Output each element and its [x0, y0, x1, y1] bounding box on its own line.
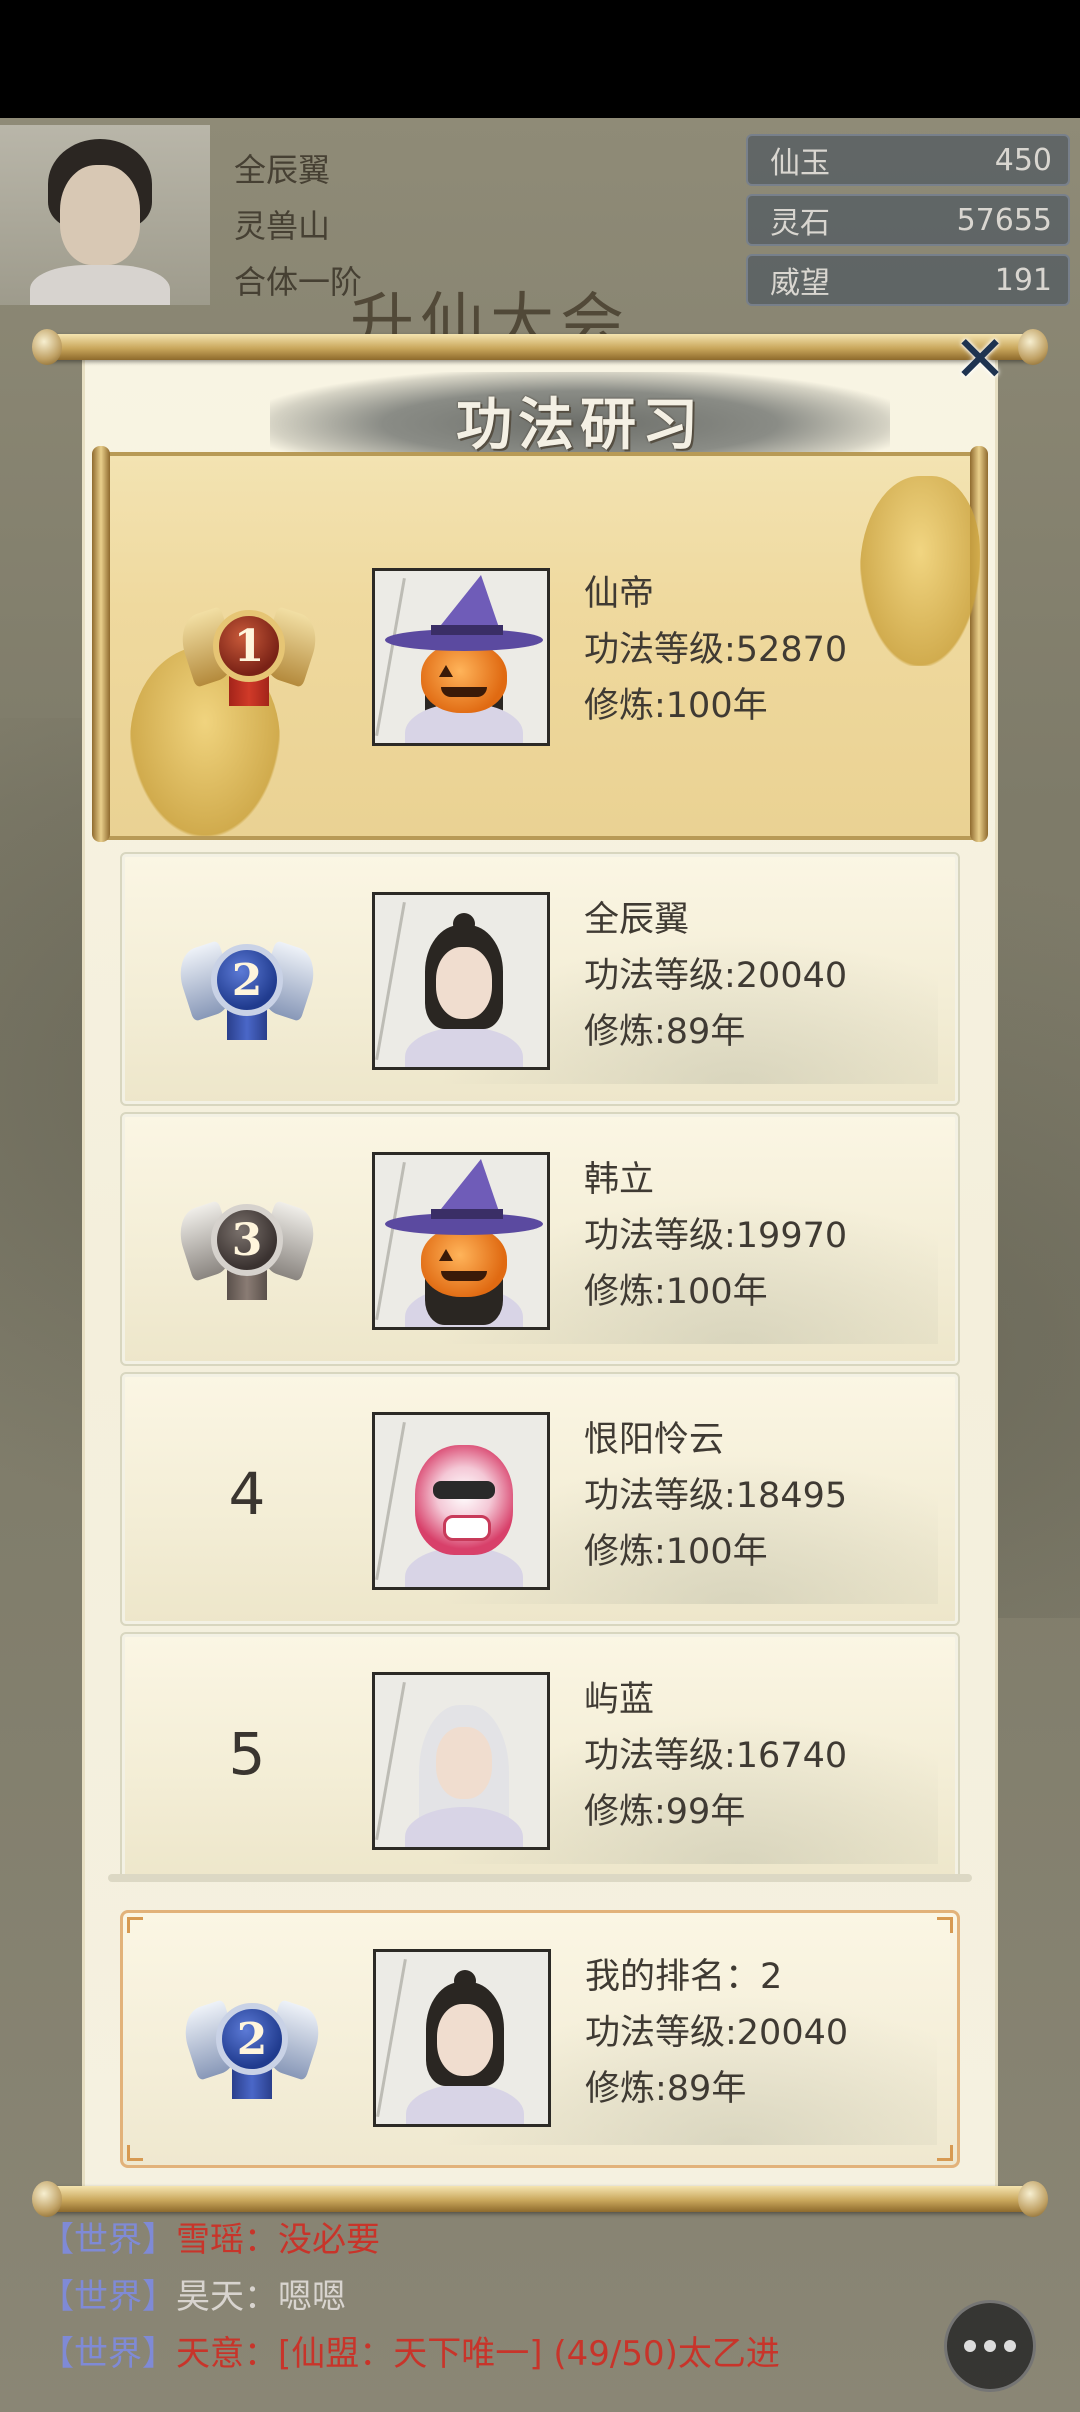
list-item[interactable]: 4 恨阳怜云 功法等级:18495 修炼:100年: [120, 1372, 960, 1626]
player-portrait[interactable]: [372, 892, 550, 1070]
skill-level: 功法等级:16740: [584, 1736, 848, 1776]
chat-line: 【世界】天意：[仙盟：天下唯一] (49/50)太乙进: [40, 2334, 780, 2374]
chat-speaker[interactable]: 昊天: [176, 2277, 244, 2317]
resource-list: 仙玉 450 灵石 57655 威望 191: [746, 134, 1070, 314]
resource-label: 灵石: [770, 206, 830, 241]
chat-line: 【世界】昊天：嗯嗯: [40, 2277, 346, 2317]
cultivate-years: 修炼:100年: [584, 686, 768, 726]
player-name: 屿蓝: [584, 1680, 655, 1720]
chat-message: 没必要: [278, 2220, 380, 2260]
player-portrait[interactable]: [372, 1152, 550, 1330]
resource-value: 191: [994, 262, 1052, 298]
player-info-block: 全辰翼 功法等级:20040 修炼:89年: [584, 892, 847, 1060]
rank-number: 5: [228, 1720, 266, 1788]
chat-speaker[interactable]: 雪瑶: [176, 2220, 244, 2260]
rank-badge-gold: 1: [174, 582, 324, 712]
cultivate-years: 修炼:100年: [584, 1272, 768, 1312]
my-info-block: 我的排名：2 功法等级:20040 修炼:89年: [585, 1949, 848, 2117]
player-info-block: 韩立 功法等级:19970 修炼:100年: [584, 1152, 847, 1320]
dialog-title: 功法研习: [456, 392, 704, 458]
rank-badge-silver: 2: [177, 1975, 327, 2105]
chat-line: 【世界】雪瑶：没必要: [40, 2220, 380, 2260]
player-info-block: 仙帝 功法等级:52870 修炼:100年: [584, 566, 847, 734]
chat-message: 嗯嗯: [278, 2277, 346, 2317]
resource-value: 57655: [956, 202, 1052, 238]
rank-badge-bronze: 3: [172, 1176, 322, 1306]
phoenix-decoration: [860, 476, 980, 666]
resource-weiwang[interactable]: 威望 191: [746, 254, 1070, 306]
player-name: 恨阳怜云: [584, 1420, 725, 1460]
resource-xianyu[interactable]: 仙玉 450: [746, 134, 1070, 186]
rank-first-card: 1 仙帝 功法等级:52870 修炼:100年: [92, 446, 988, 842]
skill-level: 功法等级:20040: [585, 2013, 849, 2053]
player-name: 韩立: [584, 1160, 655, 1200]
skill-level: 功法等级:18495: [584, 1476, 848, 1516]
player-name: 全辰翼: [234, 151, 331, 189]
list-item[interactable]: 5 屿蓝 功法等级:16740 修炼:99年: [120, 1632, 960, 1876]
my-ranking-card: 2 我的排名：2 功法等级:20040 修炼:89年: [120, 1910, 960, 2168]
my-portrait[interactable]: [373, 1949, 551, 2127]
chat-log[interactable]: 【世界】雪瑶：没必要 【世界】昊天：嗯嗯 【世界】天意：[仙盟：天下唯一] (4…: [40, 2212, 780, 2383]
skill-level: 功法等级:19970: [584, 1216, 848, 1256]
scroll-rod-top: [32, 329, 1048, 365]
resource-label: 威望: [770, 266, 830, 301]
rank-badge-silver: 2: [172, 916, 322, 1046]
list-item[interactable]: 2 全辰翼 功法等级:20040 修炼:89年: [120, 852, 960, 1106]
skill-level: 功法等级:20040: [584, 956, 848, 996]
player-portrait[interactable]: [372, 1672, 550, 1850]
cultivate-years: 修炼:89年: [585, 2069, 747, 2109]
player-info-block: 屿蓝 功法等级:16740 修炼:99年: [584, 1672, 847, 1840]
player-avatar[interactable]: [0, 125, 210, 305]
resource-label: 仙玉: [770, 146, 830, 181]
cultivate-years: 修炼:99年: [584, 1792, 746, 1832]
status-bar: [0, 0, 1080, 118]
player-info: 全辰翼 灵兽山 合体一阶: [234, 142, 362, 310]
resource-lingshi[interactable]: 灵石 57655: [746, 194, 1070, 246]
close-button[interactable]: ✕: [950, 328, 1010, 392]
list-divider: [108, 1874, 972, 1882]
cultivate-years: 修炼:100年: [584, 1532, 768, 1572]
player-portrait[interactable]: [372, 1412, 550, 1590]
chat-speaker[interactable]: 天意: [176, 2334, 244, 2374]
my-rank-label: 我的排名：2: [585, 1957, 783, 1997]
player-realm: 合体一阶: [234, 263, 363, 301]
chat-message: [仙盟：天下唯一] (49/50)太乙进: [278, 2334, 780, 2374]
chat-bubble-icon[interactable]: [944, 2300, 1036, 2392]
ranking-list[interactable]: 2 全辰翼 功法等级:20040 修炼:89年 3 韩立 功法等级:19970 …: [112, 848, 968, 1876]
skill-level: 功法等级:52870: [584, 630, 848, 670]
player-name: 仙帝: [584, 574, 655, 614]
cultivate-years: 修炼:89年: [584, 1012, 746, 1052]
player-sect: 灵兽山: [234, 207, 331, 245]
player-name: 全辰翼: [584, 900, 690, 940]
scroll-rod-bottom: [32, 2181, 1048, 2217]
resource-value: 450: [994, 142, 1052, 178]
player-info-block: 恨阳怜云 功法等级:18495 修炼:100年: [584, 1412, 847, 1580]
list-item[interactable]: 3 韩立 功法等级:19970 修炼:100年: [120, 1112, 960, 1366]
player-portrait[interactable]: [372, 568, 550, 746]
rank-number: 4: [228, 1460, 266, 1528]
